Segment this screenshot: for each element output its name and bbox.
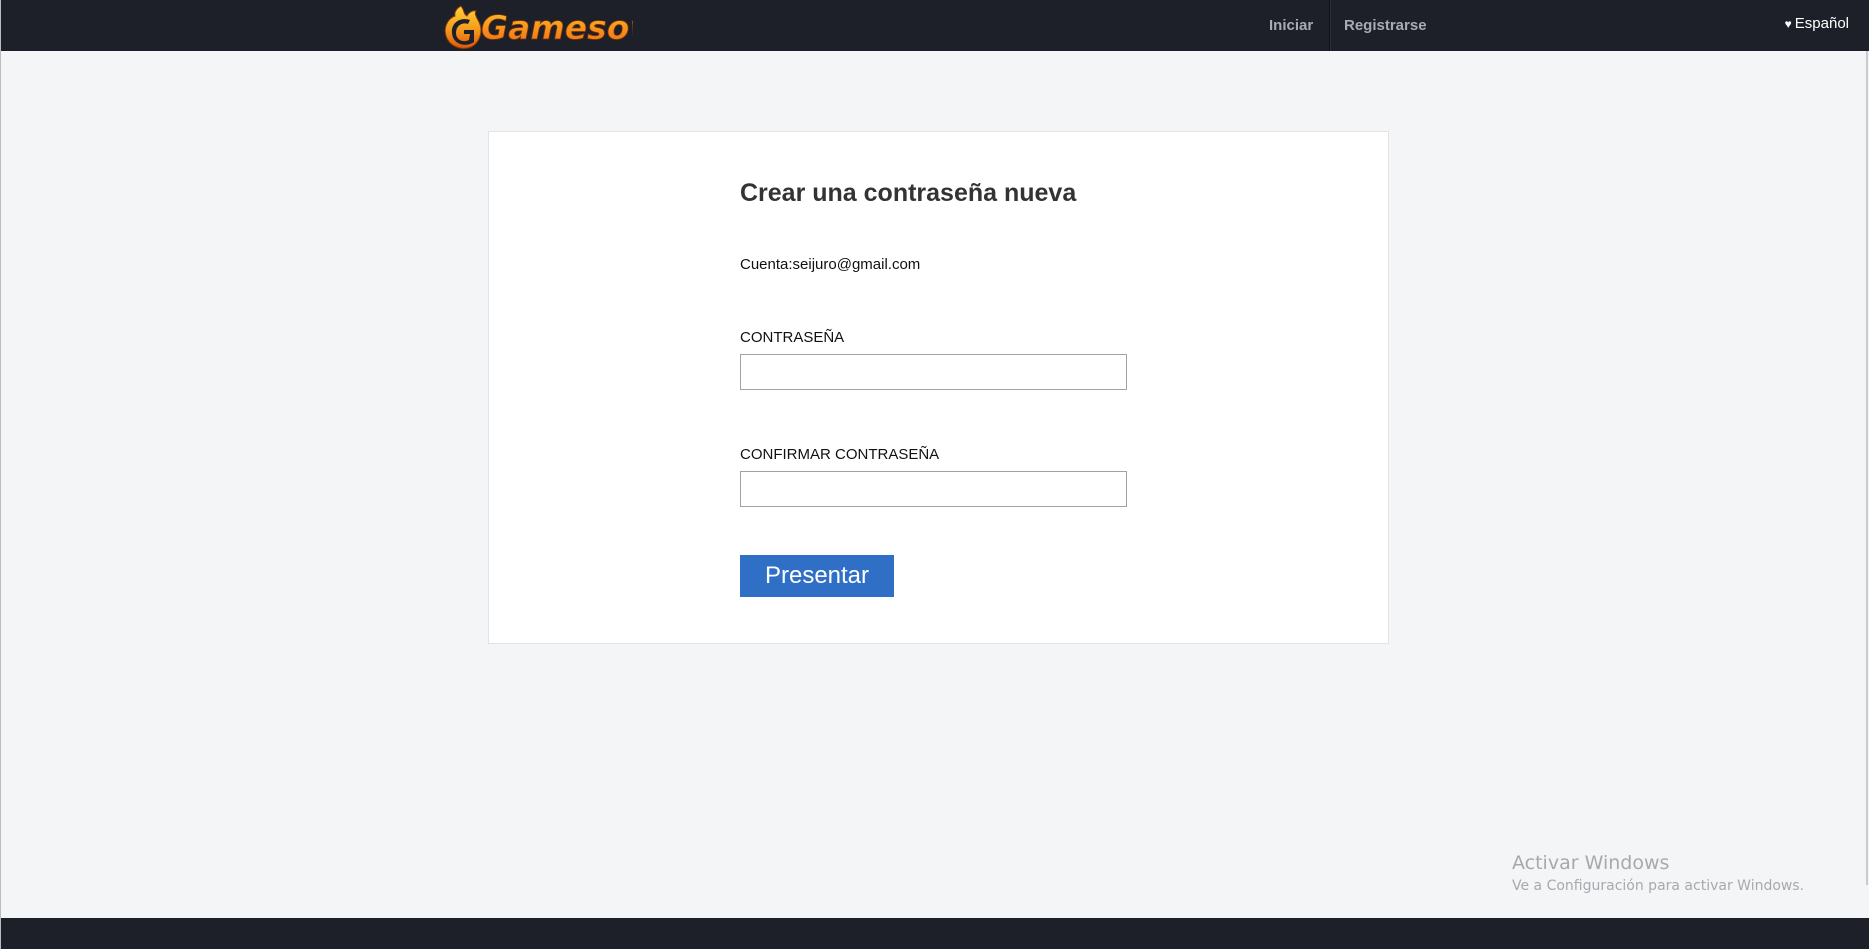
page-frame: Gamesow Iniciar Registrarse ♥Español Cre… [0,0,1869,949]
confirm-password-field[interactable] [740,471,1127,507]
page-footer [1,918,1869,949]
heart-icon: ♥ [1784,17,1792,31]
top-navbar: Gamesow Iniciar Registrarse ♥Español [1,0,1869,51]
page-title: Crear una contraseña nueva [740,179,1077,207]
logo-text: Gamesow [481,8,633,47]
account-info: Cuenta:seijuro@gmail.com [740,256,921,273]
language-selector[interactable]: ♥ Español [1785,0,1849,48]
watermark-title: Activar Windows [1512,852,1670,874]
nav-register-link[interactable]: Registrarse [1344,0,1454,51]
nav-login-link[interactable]: Iniciar [1269,0,1329,51]
scrollbar[interactable] [1866,51,1868,885]
gamesow-logo[interactable]: Gamesow [443,2,633,50]
windows-activation-watermark: Activar Windows Ve a Configuración para … [1512,852,1804,894]
password-label: CONTRASEÑA [740,329,845,346]
password-field[interactable] [740,354,1127,390]
nav-divider [1329,0,1331,51]
submit-button[interactable]: Presentar [740,555,894,597]
confirm-password-label: CONFIRMAR CONTRASEÑA [740,446,940,463]
language-label: Español [1794,15,1849,32]
reset-password-card: Crear una contraseña nueva Cuenta:seijur… [488,131,1389,644]
watermark-subtitle: Ve a Configuración para activar Windows. [1512,878,1805,894]
